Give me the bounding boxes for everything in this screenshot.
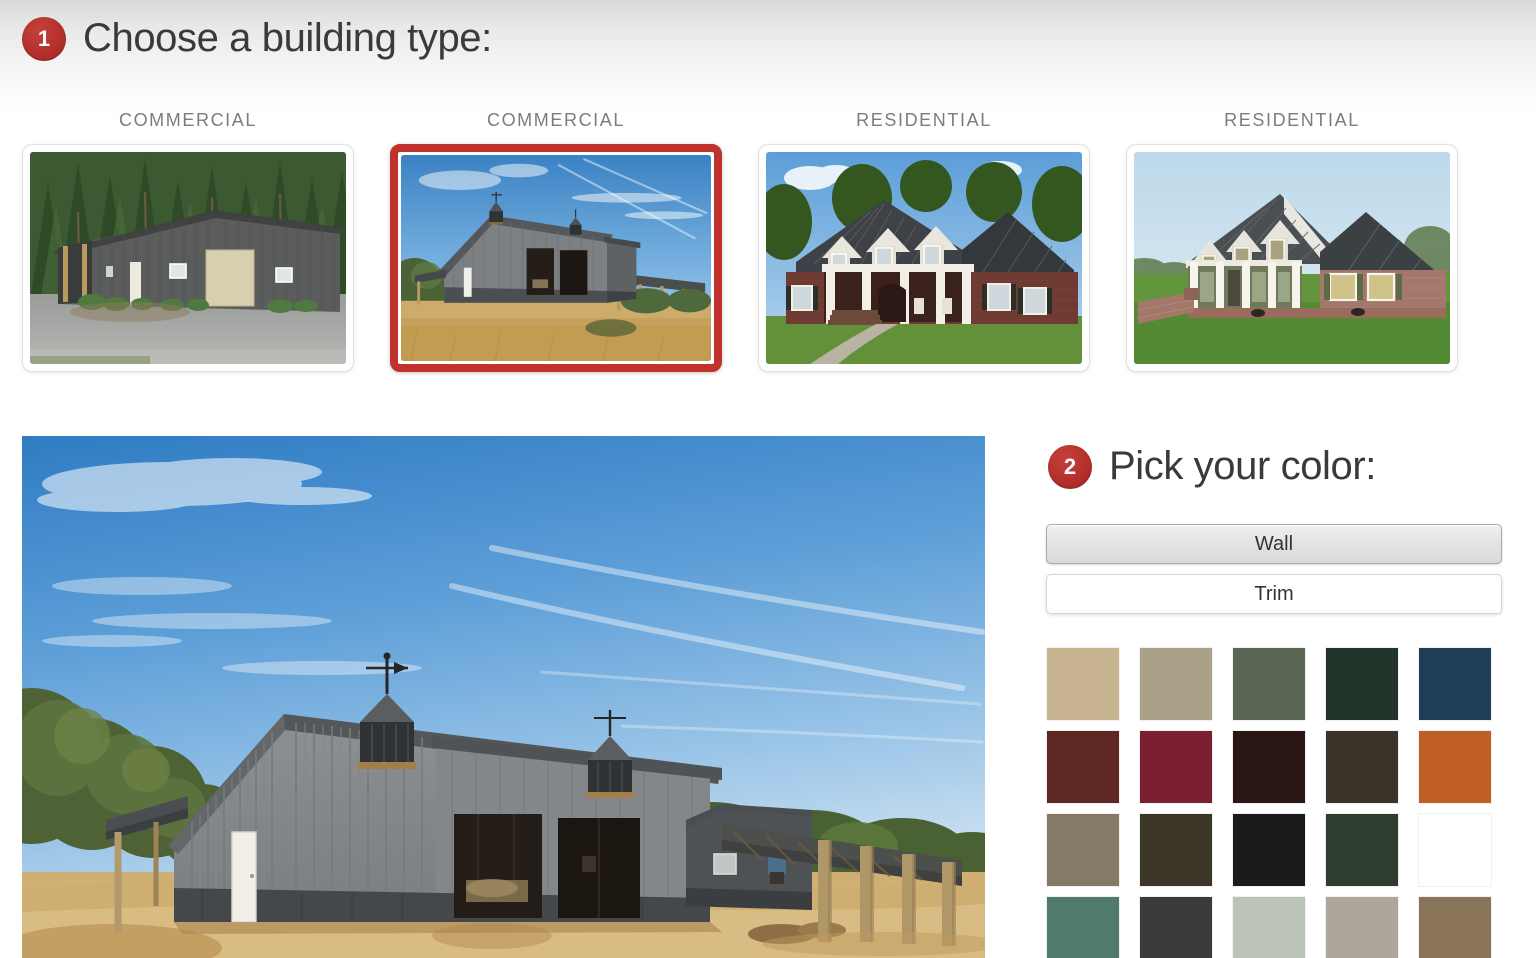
trim-surface-button[interactable]: Trim xyxy=(1046,574,1502,614)
color-swatch-navy-blue[interactable] xyxy=(1419,648,1491,720)
color-swatch-khaki-gray[interactable] xyxy=(1047,814,1119,886)
color-swatch-evergreen[interactable] xyxy=(1326,814,1398,886)
building-type-card-3[interactable]: RESIDENTIAL xyxy=(758,110,1090,372)
step-2-header: 2 Pick your color: xyxy=(1048,444,1376,489)
color-swatch-grid xyxy=(1047,648,1491,958)
building-configurator-page: 1 Choose a building type: COMMERCIAL COM… xyxy=(0,0,1536,958)
color-swatch-hunter-sage[interactable] xyxy=(1233,648,1305,720)
building-type-thumbnail-1[interactable] xyxy=(22,144,354,372)
step-2-number-badge: 2 xyxy=(1048,444,1092,489)
residential-brick-home-image xyxy=(766,152,1082,364)
wall-surface-button[interactable]: Wall xyxy=(1046,524,1502,564)
color-surface-selector: Wall Trim xyxy=(1046,524,1502,624)
color-swatch-forest-green[interactable] xyxy=(1326,648,1398,720)
step-2-title: Pick your color: xyxy=(1109,444,1377,488)
commercial-pole-barn-image xyxy=(401,155,711,361)
color-swatch-light-sage[interactable] xyxy=(1233,897,1305,958)
color-swatch-brick-red[interactable] xyxy=(1047,731,1119,803)
step-1-number-badge: 1 xyxy=(22,16,66,61)
color-swatch-coffee-brown[interactable] xyxy=(1326,731,1398,803)
step-1-header: 1 Choose a building type: xyxy=(22,16,492,61)
color-swatch-beige-gray[interactable] xyxy=(1140,648,1212,720)
building-type-card-1[interactable]: COMMERCIAL xyxy=(22,110,354,372)
color-swatch-dark-gray[interactable] xyxy=(1140,897,1212,958)
step-1-title: Choose a building type: xyxy=(83,16,492,60)
residential-porch-home-image xyxy=(1134,152,1450,364)
color-swatch-dark-brown[interactable] xyxy=(1233,731,1305,803)
building-type-options: COMMERCIAL COMMERCIAL RESIDENTIAL RESIDE… xyxy=(22,110,1514,372)
building-type-card-4[interactable]: RESIDENTIAL xyxy=(1126,110,1458,372)
building-type-thumbnail-3[interactable] xyxy=(758,144,1090,372)
color-swatch-crimson-red[interactable] xyxy=(1140,731,1212,803)
color-swatch-teal-green[interactable] xyxy=(1047,897,1119,958)
building-type-label-4: RESIDENTIAL xyxy=(1224,110,1360,130)
color-swatch-galvalume[interactable] xyxy=(1419,814,1491,886)
color-swatch-charcoal-brown[interactable] xyxy=(1140,814,1212,886)
building-type-label-2: COMMERCIAL xyxy=(486,110,625,130)
building-type-label-1: COMMERCIAL xyxy=(118,110,257,130)
building-type-thumbnail-4[interactable] xyxy=(1126,144,1458,372)
color-swatch-stone-gray[interactable] xyxy=(1326,897,1398,958)
building-type-thumbnail-2-selected[interactable] xyxy=(390,144,722,372)
color-swatch-mocha-tan[interactable] xyxy=(1419,897,1491,958)
color-swatch-copper-orange[interactable] xyxy=(1419,731,1491,803)
building-type-label-3: RESIDENTIAL xyxy=(856,110,992,130)
building-type-card-2[interactable]: COMMERCIAL xyxy=(390,110,722,372)
building-preview-image xyxy=(22,436,985,958)
commercial-garage-image xyxy=(30,152,346,364)
color-swatch-tan[interactable] xyxy=(1047,648,1119,720)
color-swatch-black[interactable] xyxy=(1233,814,1305,886)
